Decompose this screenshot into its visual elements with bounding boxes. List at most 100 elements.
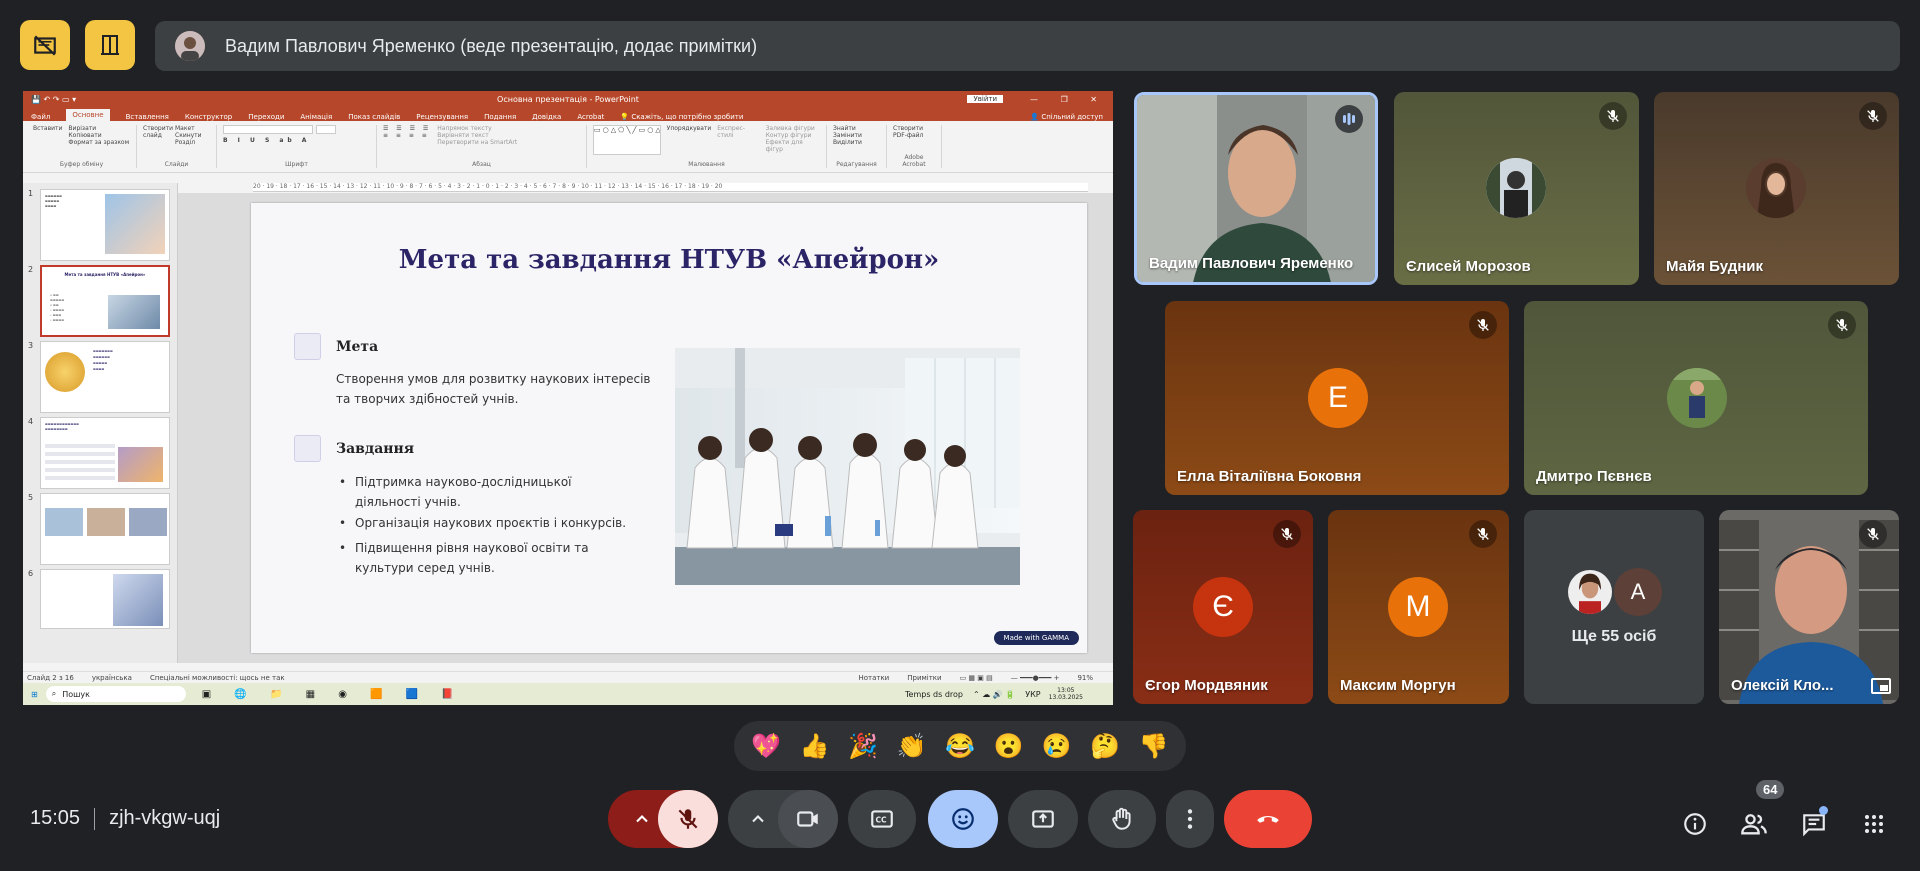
current-slide[interactable]: Мета та завдання НТУВ «Апейрон» Мета Ств… [251,203,1087,653]
layout-dropdown[interactable]: Макет [175,125,202,132]
participant-tile[interactable]: Дмитро Пєвнєв [1524,301,1868,495]
ppt-window-controls[interactable]: — ❐ ✕ [1030,95,1107,104]
replace-button[interactable]: Замінити [833,132,880,139]
reaction-sad[interactable]: 😢 [1042,732,1072,761]
current-time: 15:05 [30,807,81,829]
reaction-heart[interactable]: 💖 [751,732,781,761]
zoom-slider[interactable]: — ━━━●━━━ + [1011,674,1060,682]
windows-start-icon[interactable]: ⊞ [31,690,38,699]
mic-muted-indicator [1859,102,1887,130]
slide-thumb-5[interactable] [40,493,170,565]
arrange-button[interactable]: Упорядкувати [667,125,712,155]
section-dropdown[interactable]: Розділ [175,139,202,146]
slide-thumb-2[interactable]: Мета та завдання НТУВ «Апейрон» ▫ ▬▬ ▬▬▬▬… [40,265,170,337]
reaction-laugh[interactable]: 😂 [945,732,975,761]
paste-button[interactable]: Вставити [33,125,62,146]
font-controls[interactable]: B I U S ab A [223,125,370,144]
smartart-button[interactable]: Перетворити на SmartArt [437,139,517,146]
layout-button[interactable] [85,20,135,70]
notes-button[interactable]: Нотатки [858,674,889,682]
activities-button[interactable] [1858,808,1890,840]
pip-icon[interactable] [1871,678,1891,694]
menu-review[interactable]: Рецензування [416,113,468,121]
shape-fill-button[interactable]: Заливка фігури [766,125,820,132]
meeting-details-button[interactable] [1679,808,1711,840]
present-screen-button[interactable] [1008,790,1078,848]
text-direction-button[interactable]: Напрямок тексту [437,125,517,132]
people-button[interactable] [1738,808,1770,840]
mic-toggle-button[interactable] [658,790,718,848]
taskbar-apps[interactable]: ▣ 🌐 📁 ▦ ◉ 🟧 🟦 📕 [202,689,464,700]
menu-animation[interactable]: Анімація [300,113,332,121]
comments-button[interactable]: Примітки [907,674,941,682]
participant-tile[interactable]: Олексій Кло... [1719,510,1899,704]
tray-icons[interactable]: ⌃ ☁ 🔊 🔋 [973,690,1015,699]
ppt-login-button[interactable]: Увійти [967,95,1003,103]
menu-acrobat[interactable]: Acrobat [577,113,604,121]
shared-screen[interactable]: Основна презентація - PowerPoint Увійти … [23,91,1113,705]
status-language[interactable]: українська [92,674,132,682]
weather-widget[interactable]: Temps ds drop [905,690,963,699]
view-buttons[interactable]: ▭ ▦ ▣ ▤ [960,674,993,682]
reaction-clap[interactable]: 👏 [897,732,927,761]
cut-button[interactable]: Вирізати [68,125,129,132]
reactions-button[interactable] [928,790,998,848]
leave-call-button[interactable] [1224,790,1312,848]
reaction-surprised[interactable]: 😮 [993,732,1023,761]
more-options-button[interactable] [1166,790,1214,848]
select-button[interactable]: Виділити [833,139,880,146]
slide-thumb-1[interactable]: ▬▬▬▬▬▬ ▬▬▬▬▬ ▬▬▬▬ [40,189,170,261]
reset-button[interactable]: Скинути [175,132,202,139]
captions-button[interactable]: CC [848,790,916,848]
tell-me-search[interactable]: 💡 Скажіть, що потрібно зробити [620,113,743,121]
menu-slideshow[interactable]: Показ слайдів [348,113,400,121]
slide-thumbnails-pane[interactable]: 1 ▬▬▬▬▬▬ ▬▬▬▬▬ ▬▬▬▬ 2 Мета та завдання НТУ… [23,183,178,663]
menu-view[interactable]: Подання [484,113,516,121]
menu-help[interactable]: Довідка [532,113,561,121]
tray-language[interactable]: УКР [1025,690,1040,699]
slide-thumb-4[interactable]: ▬▬▬▬▬▬▬▬▬▬▬▬ ▬▬▬▬▬▬▬▬ [40,417,170,489]
accessibility-status[interactable]: Спеціальні можливості: щось не так [150,674,285,682]
raise-hand-button[interactable] [1088,790,1156,848]
chevron-up-icon[interactable] [748,809,768,829]
taskbar-search[interactable]: ⌕ Пошук [45,686,186,702]
camera-toggle-button[interactable] [778,790,838,848]
participant-tile[interactable]: Е Елла Віталіївна Боковня [1165,301,1509,495]
slide-thumb-3[interactable]: ▬▬▬▬▬▬▬ ▬▬▬▬▬▬ ▬▬▬▬▬ ▬▬▬▬ [40,341,170,413]
menu-design[interactable]: Конструктор [185,113,232,121]
shapes-gallery[interactable]: ▭○△⬠╲╱▭○△⬠╲╱ [593,125,661,155]
participant-tile-speaker[interactable]: Вадим Павлович Яременко [1134,92,1378,285]
copy-button[interactable]: Копіювати [68,132,129,139]
align-text-button[interactable]: Вирівняти текст [437,132,517,139]
shared-access-button[interactable]: 👤 Спільний доступ [1030,113,1103,121]
participant-tile[interactable]: Єлисей Морозов [1394,92,1639,285]
participant-tile[interactable]: Є Єгор Мордвяник [1133,510,1313,704]
made-with-gamma-badge[interactable]: Made with GAMMA [993,631,1079,645]
participant-tile[interactable]: Майя Будник [1654,92,1899,285]
menu-transitions[interactable]: Переходи [248,113,284,121]
reaction-thumbs-down[interactable]: 👎 [1139,732,1169,761]
shape-outline-button[interactable]: Контур фігури [766,132,820,139]
quick-styles-button[interactable]: Експрес-стилі [717,125,759,155]
menu-home[interactable]: Основне [66,109,110,121]
chat-button[interactable] [1798,806,1830,840]
paragraph-controls[interactable]: ☰ ☰ ☰ ☰ ≡ ≡ ≡ ≡ [383,125,431,146]
find-button[interactable]: Знайти [833,125,880,132]
reaction-thumbs-up[interactable]: 👍 [800,732,830,761]
create-pdf-button[interactable]: Створити PDF-файл [893,125,935,139]
reaction-party[interactable]: 🎉 [848,732,878,761]
participant-tile[interactable]: М Максим Моргун [1328,510,1509,704]
zoom-level[interactable]: 91% [1077,674,1093,682]
shape-effects-button[interactable]: Ефекти для фігур [766,139,820,153]
slide-thumb-6[interactable] [40,569,170,629]
new-slide-button[interactable]: Створити слайд [143,125,173,146]
info-icon [1684,813,1706,835]
menu-insert[interactable]: Вставлення [126,113,169,121]
chevron-up-icon[interactable] [632,809,652,829]
more-participants-tile[interactable]: А Ще 55 осіб [1524,510,1704,704]
menu-file[interactable]: Файл [31,113,50,121]
reaction-thinking[interactable]: 🤔 [1090,732,1120,761]
format-painter-button[interactable]: Формат за зразком [68,139,129,146]
ppt-quick-access[interactable]: 💾 ↶ ↷ ▭ ▾ [31,95,76,104]
no-video-button[interactable] [20,20,70,70]
